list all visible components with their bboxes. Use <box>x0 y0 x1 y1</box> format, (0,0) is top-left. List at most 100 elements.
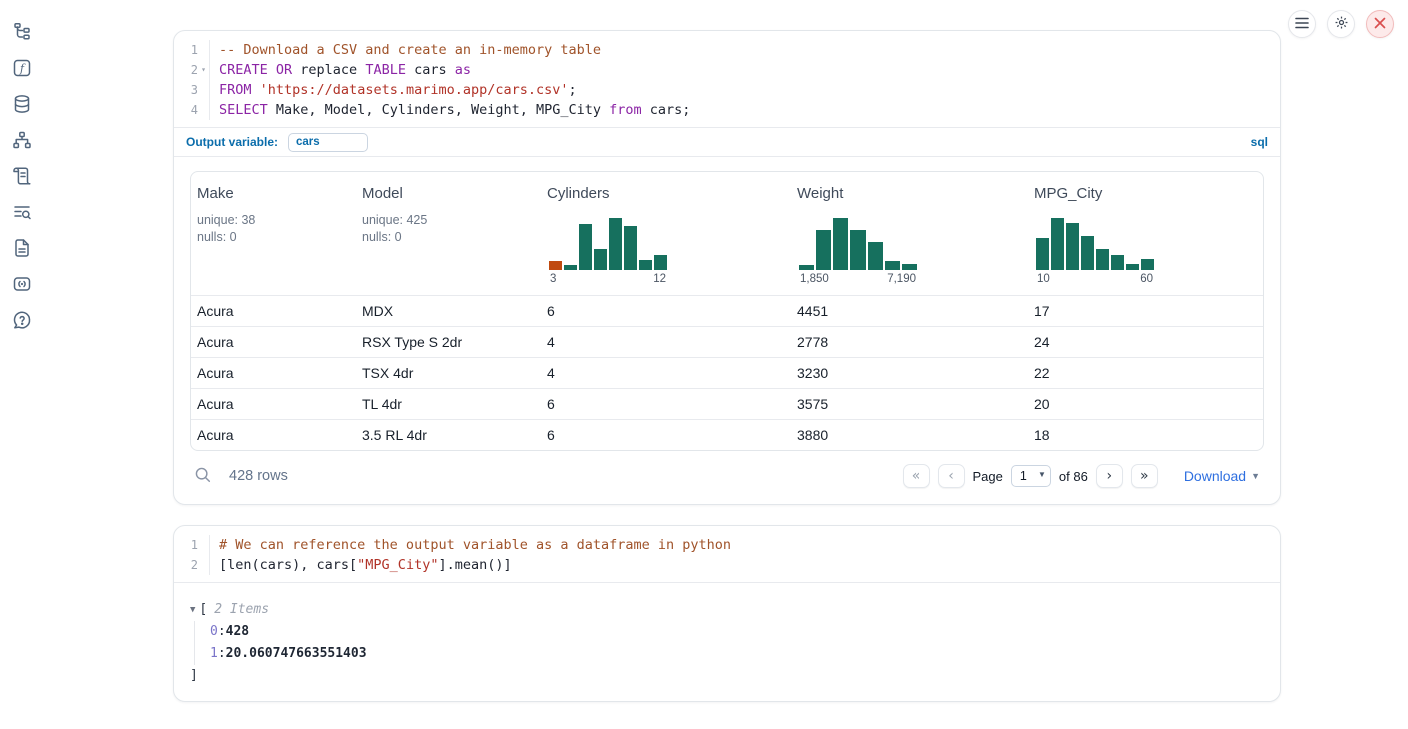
functions-icon[interactable]: f <box>12 58 32 78</box>
histogram-bar <box>639 260 652 270</box>
table-row: Acura3.5 RL 4dr6388018 <box>191 419 1263 450</box>
table-cell: RSX Type S 2dr <box>356 327 541 357</box>
next-page-button[interactable]: › <box>1096 464 1123 488</box>
histogram-bar <box>1111 255 1124 270</box>
language-badge: sql <box>1251 135 1268 149</box>
histogram-axis: 1,8507,190 <box>799 273 917 285</box>
table-cell: 3230 <box>791 358 1028 388</box>
tree-item: 1: 20.060747663551403 <box>210 643 1264 665</box>
table-cell: 6 <box>541 420 791 450</box>
table-cell: 6 <box>541 389 791 419</box>
table-cell: 3575 <box>791 389 1028 419</box>
line-number: 2▾ <box>174 60 210 80</box>
chevron-left-icon: ‹ <box>948 468 954 484</box>
tree-item-separator: : <box>218 643 226 665</box>
last-page-button[interactable]: » <box>1131 464 1158 488</box>
code-line[interactable]: 1# We can reference the output variable … <box>174 535 1280 555</box>
first-page-button[interactable]: « <box>903 464 930 488</box>
line-number: 4 <box>174 100 210 120</box>
code-line[interactable]: 2[len(cars), cars["MPG_City"].mean()] <box>174 555 1280 575</box>
page-total-label: of 86 <box>1059 469 1088 484</box>
output-variable-row: Output variable: sql <box>174 127 1280 156</box>
column-header-model[interactable]: Modelunique: 425nulls: 0 <box>356 172 541 295</box>
pagination: « ‹ Page 1 ▼ of 86 › » Download ▼ <box>903 464 1260 488</box>
tree-item-separator: : <box>218 621 226 643</box>
histogram-bar <box>902 264 917 270</box>
column-name: Weight <box>797 185 843 202</box>
table-cell: 24 <box>1028 327 1263 357</box>
table-cell: Acura <box>191 327 356 357</box>
tree-root-row: ▼ [ 2 Items <box>190 599 1264 621</box>
chevrons-left-icon: « <box>912 468 921 484</box>
table-cell: Acura <box>191 420 356 450</box>
table-cell: 6 <box>541 296 791 326</box>
logs-icon[interactable] <box>12 166 32 186</box>
chevron-down-icon[interactable]: ▼ <box>190 599 195 621</box>
table-cell: Acura <box>191 389 356 419</box>
file-tree-icon[interactable] <box>12 22 32 42</box>
histogram-bar <box>624 226 637 270</box>
column-name: Cylinders <box>547 185 610 202</box>
svg-text:f: f <box>19 62 26 75</box>
close-icon <box>1374 17 1386 32</box>
code-line[interactable]: 3FROM 'https://datasets.marimo.app/cars.… <box>174 80 1280 100</box>
python-output-tree: ▼ [ 2 Items 0: 428 1: 20.060747663551403… <box>174 582 1280 701</box>
table-cell: 4451 <box>791 296 1028 326</box>
settings-button[interactable] <box>1327 10 1355 38</box>
histogram-bar <box>816 230 831 270</box>
table-row: AcuraTSX 4dr4323022 <box>191 357 1263 388</box>
help-icon[interactable] <box>12 310 32 330</box>
histogram-axis: 1060 <box>1036 273 1154 285</box>
code-line[interactable]: 4SELECT Make, Model, Cylinders, Weight, … <box>174 100 1280 120</box>
page-label: Page <box>973 469 1003 484</box>
notebook-actions-toolbar <box>1288 10 1394 38</box>
code-line[interactable]: 2▾CREATE OR replace TABLE cars as <box>174 60 1280 80</box>
download-label: Download <box>1184 468 1246 484</box>
column-histogram: 1,8507,190 <box>799 218 917 285</box>
shutdown-button[interactable] <box>1366 10 1394 38</box>
column-name: Make <box>197 185 234 202</box>
histogram-bar <box>799 265 814 270</box>
sql-code-editor[interactable]: 1-- Download a CSV and create an in-memo… <box>174 31 1280 127</box>
table-cell: MDX <box>356 296 541 326</box>
histogram-bar <box>549 261 562 270</box>
python-cell: 1# We can reference the output variable … <box>173 525 1281 702</box>
histogram-bar <box>579 224 592 270</box>
line-number: 1 <box>174 535 210 555</box>
table-cell: 4 <box>541 327 791 357</box>
histogram-bar <box>609 218 622 270</box>
tree-item-value: 20.060747663551403 <box>226 643 367 665</box>
chevron-right-icon: › <box>1107 468 1113 484</box>
column-header-make[interactable]: Makeunique: 38nulls: 0 <box>191 172 356 295</box>
scratchpad-icon[interactable] <box>12 274 32 294</box>
dependency-graph-icon[interactable] <box>12 130 32 150</box>
histogram-bar <box>1081 236 1094 270</box>
documentation-icon[interactable] <box>12 238 32 258</box>
histogram-bar <box>1066 223 1079 270</box>
python-code-editor[interactable]: 1# We can reference the output variable … <box>174 526 1280 582</box>
close-bracket: ] <box>190 665 198 687</box>
line-number: 3 <box>174 80 210 100</box>
tree-item-key: 1 <box>210 643 218 665</box>
output-variable-input[interactable] <box>288 133 368 152</box>
download-button[interactable]: Download ▼ <box>1184 468 1260 484</box>
prev-page-button[interactable]: ‹ <box>938 464 965 488</box>
snippets-icon[interactable] <box>12 202 32 222</box>
search-button[interactable] <box>194 466 212 487</box>
table-cell: 20 <box>1028 389 1263 419</box>
histogram-bar <box>1096 249 1109 270</box>
page-select[interactable]: 1 <box>1011 465 1051 487</box>
column-header-mpg_city[interactable]: MPG_City1060 <box>1028 172 1263 295</box>
menu-button[interactable] <box>1288 10 1316 38</box>
fold-chevron-icon[interactable]: ▾ <box>198 60 209 80</box>
tree-summary: 2 Items <box>214 599 269 621</box>
column-header-weight[interactable]: Weight 1,8507,190 <box>791 172 1028 295</box>
histogram-bar <box>1051 218 1064 270</box>
code-line[interactable]: 1-- Download a CSV and create an in-memo… <box>174 40 1280 60</box>
table-cell: TL 4dr <box>356 389 541 419</box>
datasources-icon[interactable] <box>12 94 32 114</box>
table-cell: TSX 4dr <box>356 358 541 388</box>
column-header-cylinders[interactable]: Cylinders312 <box>541 172 791 295</box>
table-row: AcuraTL 4dr6357520 <box>191 388 1263 419</box>
dataframe-table: Makeunique: 38nulls: 0Modelunique: 425nu… <box>190 171 1264 451</box>
